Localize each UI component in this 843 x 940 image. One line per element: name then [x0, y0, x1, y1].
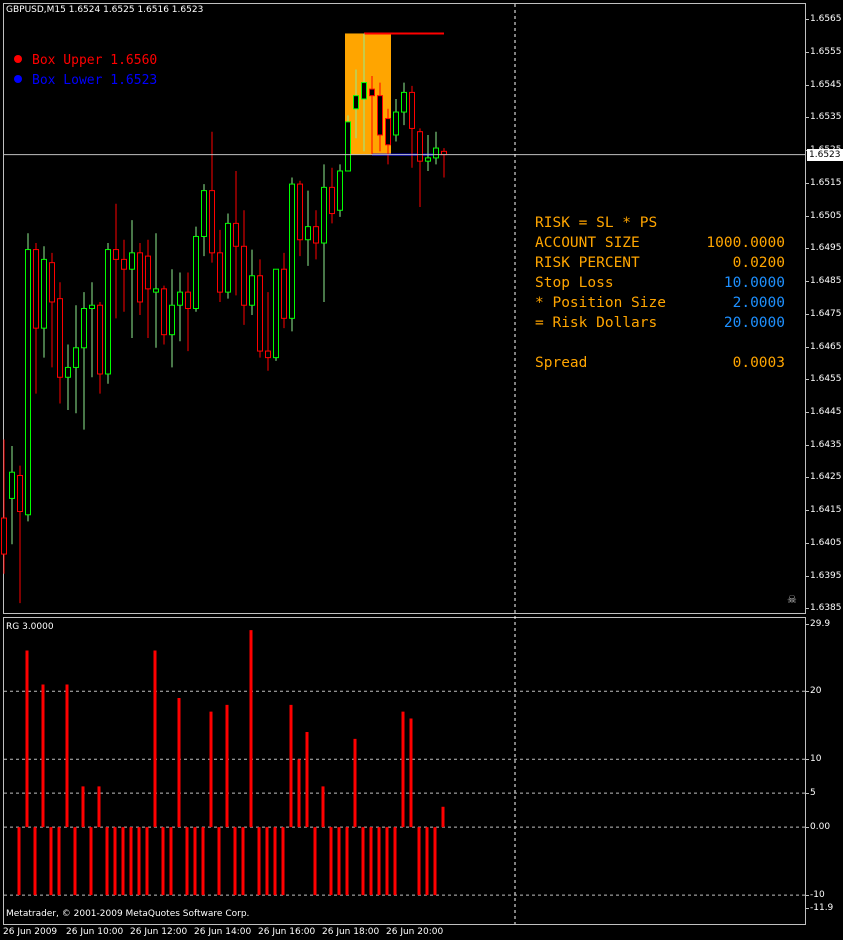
candle-body [369, 88, 375, 97]
candle-body [25, 249, 31, 516]
candle-body [41, 258, 47, 329]
time-axis[interactable]: 26 Jun 2009 26 Jun 10:00 26 Jun 12:00 26 Ju… [0, 925, 843, 940]
legend-box-lower-label: Box Lower 1.6523 [32, 73, 158, 88]
candle-body [73, 347, 79, 368]
chart-window: 1.65651.65551.65451.65351.65251.65151.65… [0, 0, 843, 940]
candle-body [305, 226, 311, 241]
risk-panel-row [535, 333, 785, 353]
skull-icon: ☠ [787, 593, 797, 606]
candle-body [137, 252, 143, 303]
candle-body [89, 304, 95, 309]
candle-body [409, 91, 415, 129]
candle-body [201, 190, 207, 237]
time-tick-label: 26 Jun 20:00 [386, 927, 444, 937]
risk-panel-row: = Risk Dollars 20.0000 [535, 313, 785, 333]
candle-body [33, 249, 39, 329]
candle-body [257, 275, 263, 352]
risk-panel-row: RISK PERCENT 0.0200 [535, 253, 785, 273]
time-tick-label: 26 Jun 10:00 [66, 927, 124, 937]
risk-panel-label: Spread [535, 355, 588, 371]
time-tick-label: 26 Jun 16:00 [258, 927, 316, 937]
candle-body [337, 170, 343, 211]
time-tick-label: 26 Jun 18:00 [322, 927, 380, 937]
candle-body [185, 291, 191, 309]
risk-panel: RISK = SL * PS ACCOUNT SIZE 1000.0000 RISK … [535, 213, 785, 373]
candle-body [353, 95, 359, 110]
candle-body [209, 190, 215, 254]
legend-box-lower: Box Lower 1.6523 [14, 73, 157, 88]
current-price-label: 1.6523 [807, 149, 843, 161]
candle-body [65, 366, 71, 378]
candle-body [361, 82, 367, 100]
candle-body [161, 288, 167, 336]
candle-body [321, 186, 327, 244]
candle-body [313, 226, 319, 244]
candle-body [153, 288, 159, 293]
risk-panel-row: Stop Loss 10.0000 [535, 273, 785, 293]
risk-panel-label: RISK PERCENT [535, 255, 640, 271]
candle-body [105, 249, 111, 375]
candle-body [57, 298, 63, 378]
risk-panel-label: * Position Size [535, 295, 666, 311]
candle-body [233, 222, 239, 247]
candle-body [425, 157, 431, 162]
candle-body [385, 118, 391, 146]
risk-panel-row: RISK = SL * PS [535, 213, 785, 233]
risk-panel-label: Stop Loss [535, 275, 614, 291]
chart-title: GBPUSD,M15 1.6524 1.6525 1.6516 1.6523 [6, 5, 204, 15]
candle-body [145, 255, 151, 290]
candle-body [9, 471, 15, 499]
candle-body [121, 258, 127, 270]
candle-body [329, 186, 335, 215]
candle-body [17, 474, 23, 512]
risk-panel-label: ACCOUNT SIZE [535, 235, 640, 251]
box-upper-dot-icon [14, 55, 22, 63]
time-tick-label: 26 Jun 2009 [3, 927, 58, 937]
indicator-title: RG 3.0000 [6, 622, 54, 632]
candle-body [49, 262, 55, 303]
candle-body [417, 131, 423, 162]
candle-body [169, 304, 175, 336]
candle-body [113, 249, 119, 260]
candle-body [193, 235, 199, 309]
risk-panel-value: 2.0000 [732, 295, 785, 311]
candle-body [97, 304, 103, 375]
chart-drawing [1, 4, 805, 924]
candle-body [281, 268, 287, 319]
risk-panel-value: 20.0000 [723, 315, 785, 331]
risk-panel-label: = Risk Dollars [535, 315, 658, 331]
risk-panel-value: 0.0200 [732, 255, 785, 271]
candle-body [81, 308, 87, 349]
candle-body [225, 222, 231, 293]
risk-panel-value: 1000.0000 [706, 235, 785, 251]
time-tick-label: 26 Jun 14:00 [194, 927, 252, 937]
legend-box-upper-label: Box Upper 1.6560 [32, 53, 158, 68]
candle-body [273, 268, 279, 359]
risk-panel-row: Spread 0.0003 [535, 353, 785, 373]
candle-body [297, 183, 303, 241]
risk-panel-value: 10.0000 [723, 275, 785, 291]
candle-body [377, 95, 383, 136]
candle-body [265, 350, 271, 359]
candle-body [393, 111, 399, 136]
candle-body [177, 291, 183, 306]
box-lower-dot-icon [14, 75, 22, 83]
copyright-text: Metatrader, © 2001-2009 MetaQuotes Softw… [6, 909, 250, 919]
candle-body [241, 245, 247, 306]
candle-body [129, 252, 135, 270]
candle-body [345, 121, 351, 172]
risk-panel-row: ACCOUNT SIZE 1000.0000 [535, 233, 785, 253]
candle-body [1, 517, 7, 555]
risk-panel-label: RISK = SL * PS [535, 215, 658, 231]
risk-panel-row: * Position Size 2.0000 [535, 293, 785, 313]
risk-panel-value: 0.0003 [732, 355, 785, 371]
candle-body [433, 147, 439, 159]
time-tick-label: 26 Jun 12:00 [130, 927, 188, 937]
candle-body [217, 252, 223, 293]
candle-body [289, 183, 295, 319]
candle-body [401, 91, 407, 113]
candle-body [249, 275, 255, 306]
legend-box-upper: Box Upper 1.6560 [14, 53, 157, 68]
range-box [345, 33, 391, 155]
